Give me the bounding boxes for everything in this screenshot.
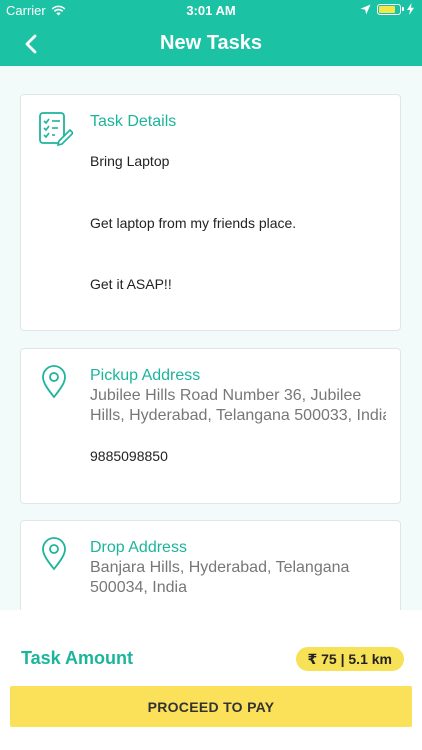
task-details-heading: Task Details <box>90 113 177 130</box>
drop-address-card: Drop Address Banjara Hills, Hyderabad, T… <box>20 520 401 610</box>
location-pin-icon <box>42 537 66 571</box>
status-right <box>360 3 414 15</box>
amount-distance-badge: ₹ 75 | 5.1 km <box>295 647 404 671</box>
task-note: Get it ASAP!! <box>90 276 172 292</box>
pickup-address-card: Pickup Address Jubilee Hills Road Number… <box>20 348 401 504</box>
payment-footer: Task Amount ₹ 75 | 5.1 km PROCEED TO PAY <box>0 610 422 750</box>
task-details-card: Task Details Bring Laptop Get laptop fro… <box>20 94 401 331</box>
status-time: 3:01 AM <box>186 3 236 18</box>
status-bar: Carrier 3:01 AM <box>0 0 422 22</box>
drop-address-line1: Banjara Hills, Hyderabad, Telangana <box>90 559 350 576</box>
pickup-address-line2: Hills, Hyderabad, Telangana 500033, Indi… <box>90 407 386 424</box>
location-arrow-icon <box>360 4 371 14</box>
pickup-address-heading: Pickup Address <box>90 367 201 384</box>
proceed-to-pay-button[interactable]: PROCEED TO PAY <box>10 686 412 727</box>
page-title: New Tasks <box>160 32 262 54</box>
home-indicator <box>0 746 422 750</box>
drop-address-heading: Drop Address <box>90 539 187 556</box>
task-title: Bring Laptop <box>90 153 170 169</box>
nav-bar: New Tasks <box>0 22 422 66</box>
drop-address-line2: 500034, India <box>90 579 187 596</box>
task-description: Get laptop from my friends place. <box>90 215 297 231</box>
task-amount-label: Task Amount <box>21 648 134 668</box>
charging-bolt-icon <box>407 3 414 15</box>
task-content[interactable]: Task Details Bring Laptop Get laptop fro… <box>0 66 422 610</box>
battery-icon <box>377 3 404 15</box>
pickup-address-line1: Jubilee Hills Road Number 36, Jubilee <box>90 387 362 404</box>
location-pin-icon <box>42 365 66 399</box>
task-list-icon <box>39 112 73 147</box>
pickup-phone: 9885098850 <box>90 448 168 464</box>
